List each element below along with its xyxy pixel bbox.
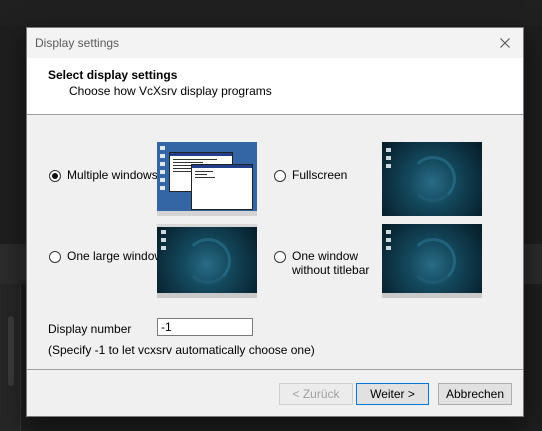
display-number-hint: (Specify -1 to let vcxsrv automatically … — [48, 343, 315, 357]
radio-label: One large window — [67, 249, 164, 263]
display-number-input[interactable] — [157, 318, 253, 336]
footer-separator — [27, 369, 523, 370]
preview-one-large-window — [157, 224, 257, 298]
header-subtitle: Choose how VcXsrv display programs — [69, 84, 272, 98]
radio-fullscreen[interactable]: Fullscreen — [274, 168, 347, 182]
radio-label: Multiple windows — [67, 168, 158, 182]
preview-fullscreen — [382, 142, 482, 216]
display-number-label: Display number — [48, 322, 132, 336]
wizard-header: Select display settings Choose how VcXsr… — [27, 58, 523, 115]
close-icon — [500, 38, 510, 48]
background-scrollbar — [8, 316, 14, 386]
radio-one-window-no-titlebar[interactable]: One window without titlebar — [274, 249, 369, 277]
display-settings-dialog: Display settings Select display settings… — [26, 27, 524, 417]
preview-multiple-windows — [157, 142, 257, 216]
radio-icon — [274, 170, 286, 182]
back-button[interactable]: < Zurück — [279, 383, 353, 405]
radio-label-line2: without titlebar — [292, 263, 370, 277]
radio-label-line1: One window — [292, 249, 359, 263]
preview-one-window-no-titlebar — [382, 224, 482, 298]
radio-multiple-windows[interactable]: Multiple windows — [49, 168, 158, 182]
background-app-top — [0, 0, 542, 26]
close-button[interactable] — [491, 32, 519, 54]
radio-label: One window without titlebar — [292, 249, 369, 277]
window-title: Display settings — [35, 36, 120, 50]
next-button[interactable]: Weiter > — [356, 383, 429, 405]
radio-icon — [49, 251, 61, 263]
radio-label: Fullscreen — [292, 168, 348, 182]
radio-one-large-window[interactable]: One large window — [49, 249, 163, 263]
title-bar[interactable]: Display settings — [27, 28, 523, 58]
radio-icon — [274, 251, 286, 263]
header-title: Select display settings — [48, 68, 178, 82]
cancel-button[interactable]: Abbrechen — [438, 383, 512, 405]
radio-icon — [49, 170, 61, 182]
